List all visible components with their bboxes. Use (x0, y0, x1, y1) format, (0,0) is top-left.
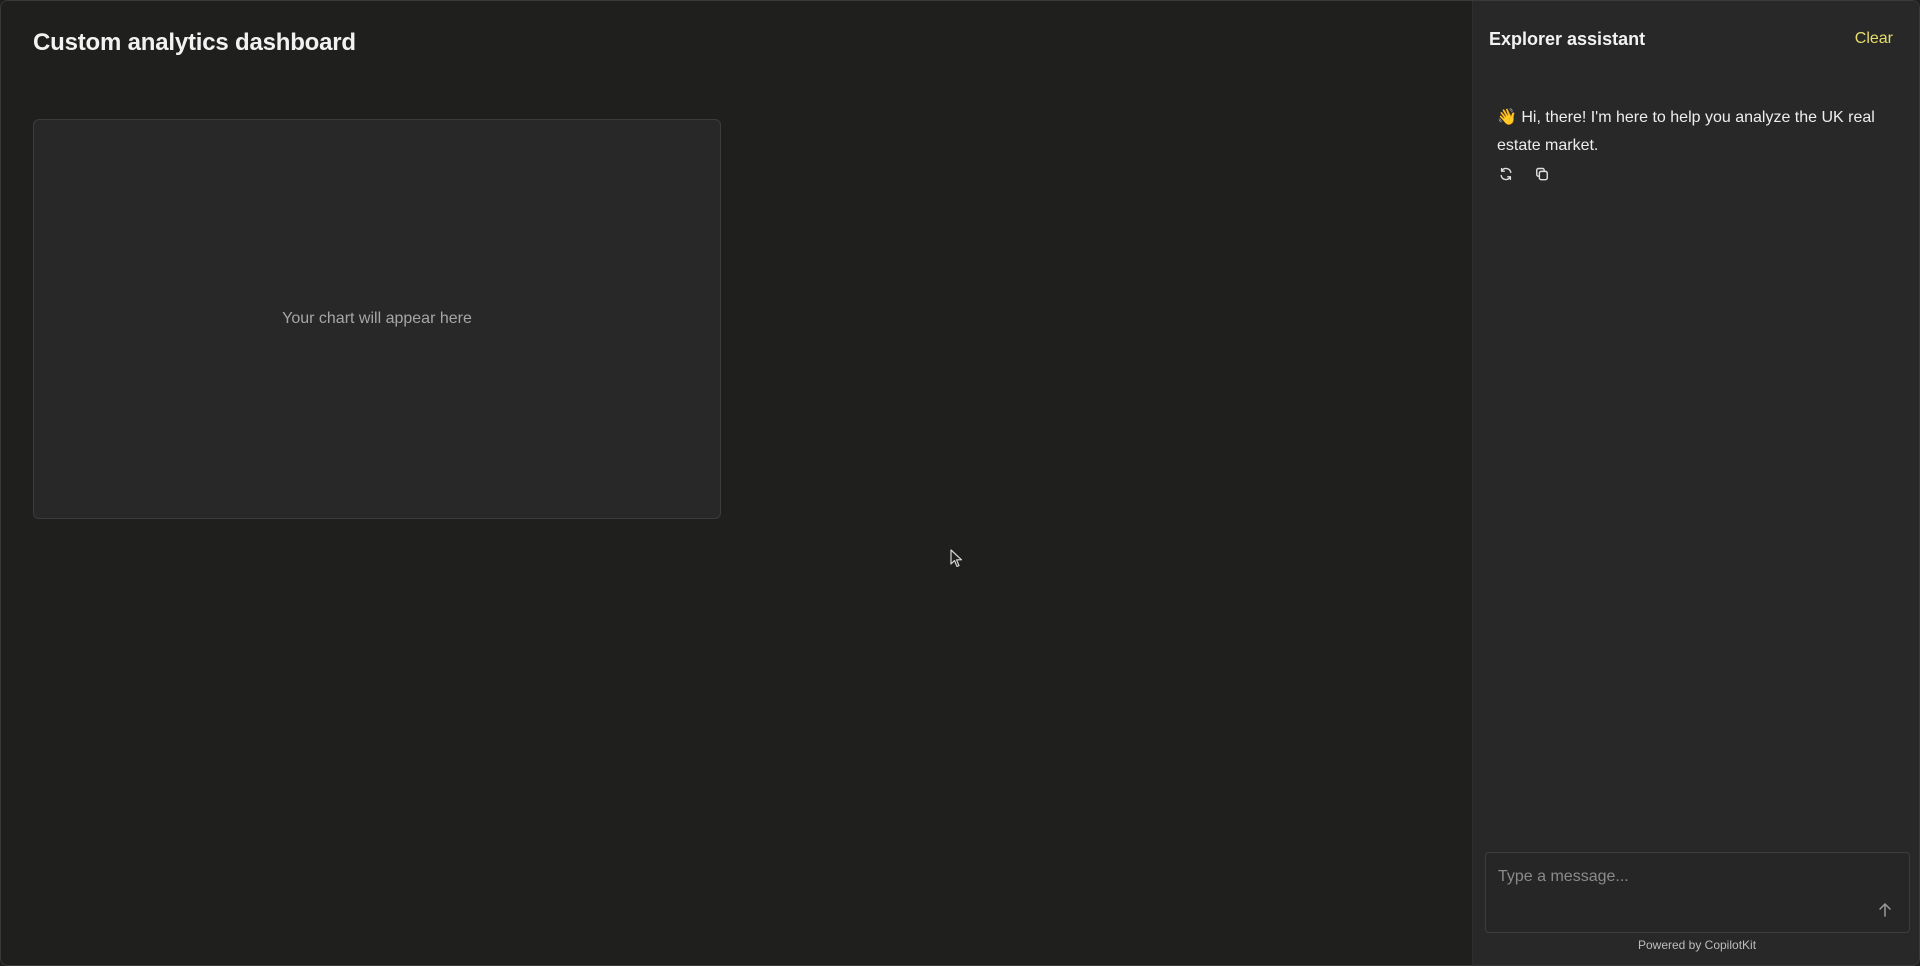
message-composer (1485, 852, 1910, 933)
message-actions (1497, 165, 1551, 183)
mouse-cursor-icon (950, 549, 963, 568)
wave-emoji: 👋 (1497, 109, 1517, 126)
assistant-message: 👋 Hi, there! I'm here to help you analyz… (1497, 104, 1897, 160)
regenerate-icon (1500, 167, 1512, 181)
page-title: Custom analytics dashboard (33, 29, 356, 56)
copy-icon (1536, 167, 1548, 181)
assistant-sidebar: Explorer assistant Clear 👋 Hi, there! I'… (1472, 1, 1919, 965)
app-window: Custom analytics dashboard Your chart wi… (0, 0, 1920, 966)
regenerate-button[interactable] (1497, 165, 1515, 183)
send-button[interactable] (1875, 900, 1895, 920)
chart-card: Your chart will appear here (33, 119, 721, 519)
arrow-up-icon (1879, 903, 1891, 917)
assistant-title: Explorer assistant (1489, 28, 1646, 49)
dashboard-area: Custom analytics dashboard Your chart wi… (1, 1, 1472, 965)
chart-placeholder-text: Your chart will appear here (282, 310, 472, 327)
message-input[interactable] (1498, 865, 1858, 889)
clear-button[interactable]: Clear (1855, 30, 1905, 48)
assistant-message-text: Hi, there! I'm here to help you analyze … (1497, 109, 1875, 154)
assistant-header: Explorer assistant Clear (1489, 27, 1905, 51)
copy-button[interactable] (1533, 165, 1551, 183)
powered-by-text: Powered by CopilotKit (1637, 938, 1757, 952)
